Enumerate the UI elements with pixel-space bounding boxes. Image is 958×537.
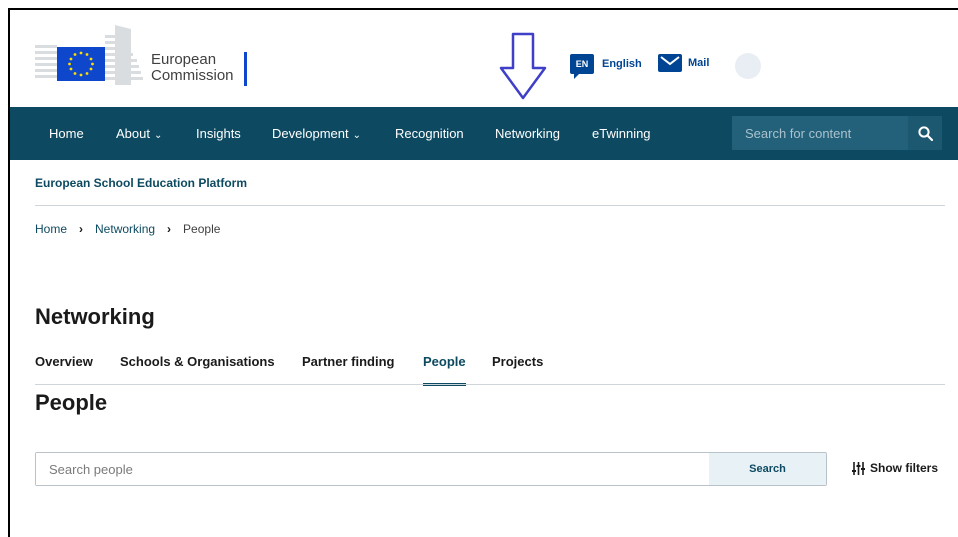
main-navigation: Home About ⌄ Insights Development ⌄ Recogn… — [10, 107, 958, 160]
language-label: English — [602, 58, 642, 70]
tabs-divider — [35, 384, 945, 385]
logo-text: European Commission — [151, 52, 234, 84]
show-filters-button[interactable]: Show filters — [852, 461, 938, 475]
nav-item-label: Home — [49, 126, 84, 141]
divider — [35, 205, 945, 206]
nav-item-label: eTwinning — [592, 126, 651, 141]
page-frame: European Commission EN English Mail Home… — [8, 8, 958, 537]
section-title: People — [35, 390, 108, 415]
language-badge: EN — [570, 54, 594, 79]
site-search-button[interactable] — [908, 116, 942, 150]
nav-item-etwinning[interactable]: eTwinning — [592, 107, 651, 160]
people-search-input[interactable] — [36, 453, 708, 485]
breadcrumb-current: People — [183, 222, 221, 236]
breadcrumb-home[interactable]: Home — [35, 222, 67, 236]
nav-item-label: Networking — [495, 126, 561, 141]
networking-tabs: Overview Schools & Organisations Partner… — [35, 354, 945, 386]
nav-item-label: Insights — [196, 126, 241, 141]
page-title: Networking — [35, 304, 155, 329]
nav-item-label: About — [116, 126, 150, 141]
nav-item-label: Development — [272, 126, 349, 141]
mail-label: Mail — [688, 57, 710, 69]
show-filters-label: Show filters — [870, 461, 939, 475]
tab-partner-finding[interactable]: Partner finding — [302, 354, 394, 384]
chevron-down-icon: ⌄ — [153, 130, 163, 141]
breadcrumb: Home › Networking › People — [35, 222, 220, 236]
nav-item-insights[interactable]: Insights — [196, 107, 241, 160]
search-icon — [917, 125, 933, 141]
chevron-right-icon: › — [79, 222, 84, 236]
tab-schools-organisations[interactable]: Schools & Organisations — [120, 354, 275, 384]
people-search-button[interactable]: Search — [709, 453, 826, 485]
user-avatar-icon[interactable] — [735, 53, 761, 79]
tab-overview[interactable]: Overview — [35, 354, 93, 384]
filter-sliders-icon — [852, 461, 865, 475]
platform-title[interactable]: European School Education Platform — [35, 176, 247, 190]
site-header: European Commission EN English Mail — [10, 10, 958, 107]
nav-item-label: Recognition — [395, 126, 464, 141]
nav-item-networking[interactable]: Networking — [495, 107, 560, 160]
people-search-bar: Search — [35, 452, 827, 486]
nav-item-home[interactable]: Home — [49, 107, 84, 160]
site-search-input[interactable] — [732, 116, 908, 150]
logo-text-line1: European — [151, 51, 217, 68]
breadcrumb-networking[interactable]: Networking — [95, 222, 155, 236]
chevron-down-icon: ⌄ — [352, 130, 361, 141]
nav-item-development[interactable]: Development ⌄ — [272, 107, 361, 160]
language-selector[interactable]: EN English — [570, 54, 642, 79]
nav-item-about[interactable]: About ⌄ — [116, 107, 162, 160]
logo-divider — [244, 52, 247, 86]
chevron-right-icon: › — [167, 222, 172, 236]
logo-text-line2: Commission — [151, 67, 234, 84]
nav-item-recognition[interactable]: Recognition — [395, 107, 464, 160]
tab-projects[interactable]: Projects — [492, 354, 543, 384]
tab-people[interactable]: People — [423, 354, 466, 386]
down-arrow-annotation-icon — [499, 32, 547, 100]
mail-icon — [658, 54, 682, 72]
mail-link[interactable]: Mail — [658, 54, 709, 72]
